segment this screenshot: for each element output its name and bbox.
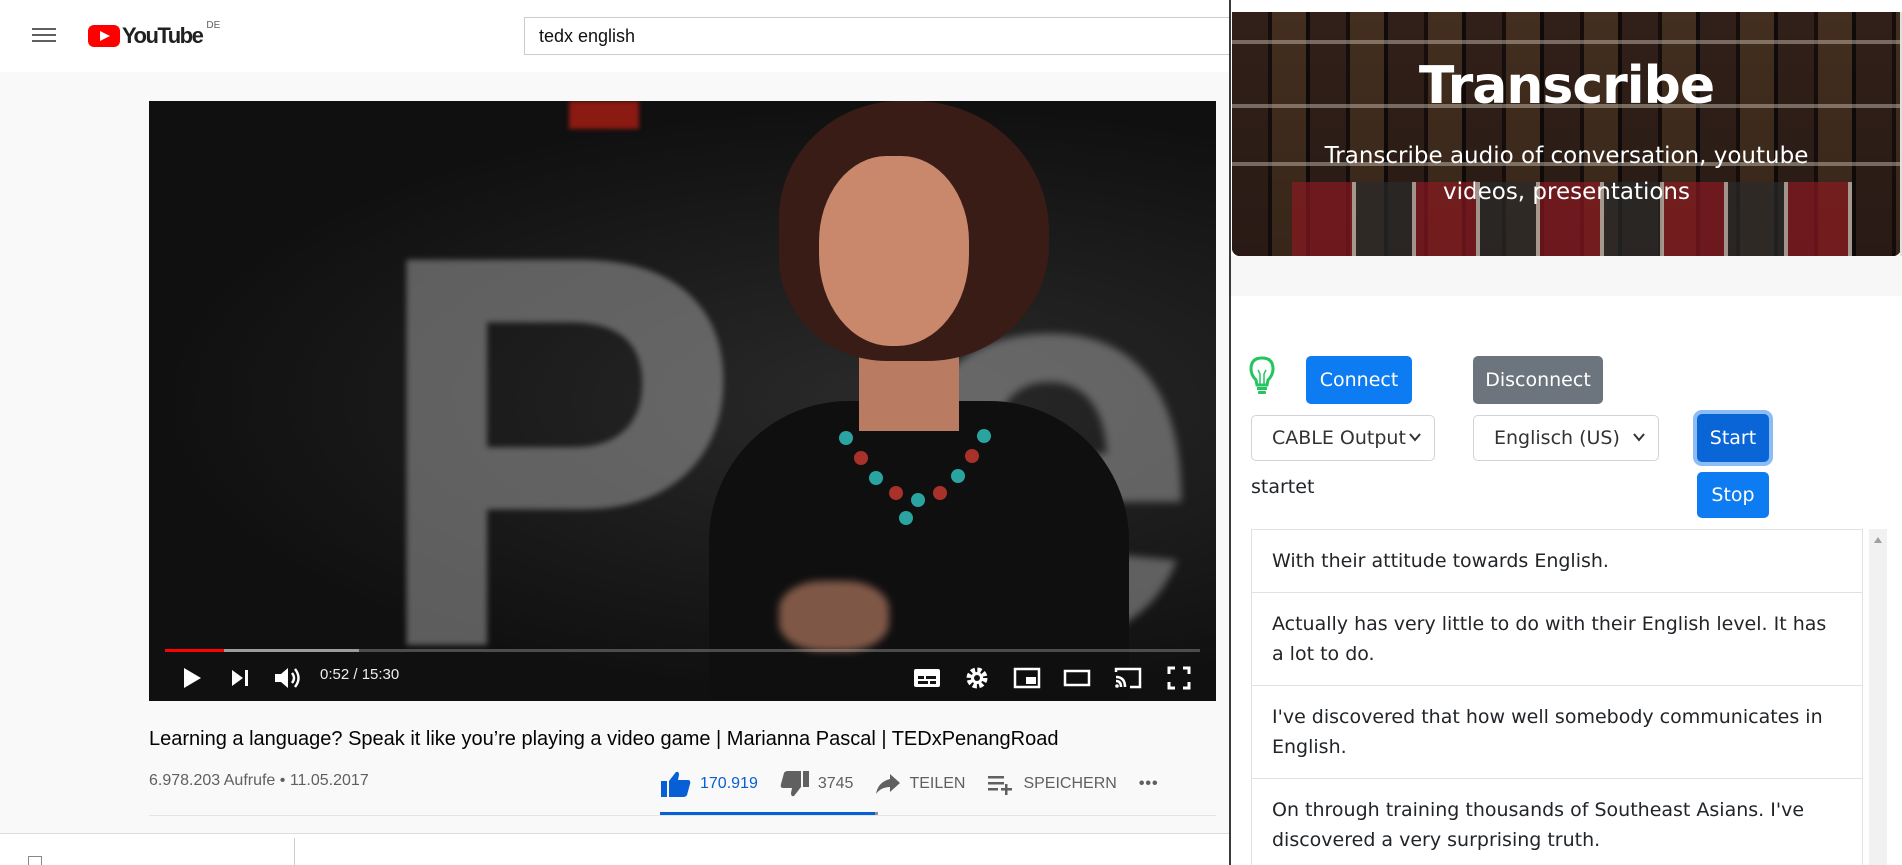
region-code: DE <box>206 20 221 31</box>
file-icon <box>28 856 42 865</box>
download-bar <box>0 833 1230 865</box>
section-spacer <box>1231 256 1902 296</box>
dislike-count: 3745 <box>817 775 854 792</box>
hero-banner: Transcribe Transcribe audio of conversat… <box>1232 12 1901 256</box>
youtube-header: YouTube DE <box>0 0 1244 72</box>
connect-button[interactable]: Connect <box>1306 356 1412 404</box>
playlist-add-icon <box>988 776 1013 795</box>
play-icon[interactable] <box>177 663 207 693</box>
save-button[interactable]: SPEICHERN <box>987 773 1117 795</box>
share-button[interactable]: TEILEN <box>875 773 965 795</box>
youtube-play-logo-icon <box>88 25 120 47</box>
cast-icon[interactable] <box>1111 663 1145 693</box>
settings-gear-icon[interactable] <box>961 663 993 693</box>
video-title: Learning a language? Speak it like you’r… <box>149 728 1059 750</box>
disconnect-button[interactable]: Disconnect <box>1473 356 1603 404</box>
chevron-down-icon <box>1409 433 1421 442</box>
transcript-list[interactable]: With their attitude towards English. Act… <box>1251 529 1863 865</box>
transcript-item: On through training thousands of Southea… <box>1252 779 1862 865</box>
subtitles-icon[interactable] <box>911 663 943 693</box>
search-input[interactable] <box>524 17 1244 55</box>
youtube-logo[interactable]: YouTube DE <box>88 20 220 48</box>
audio-input-select[interactable]: CABLE Output <box>1251 415 1435 461</box>
miniplayer-icon[interactable] <box>1011 663 1043 693</box>
lightbulb-status-icon <box>1249 356 1275 396</box>
video-views-date: 6.978.203 Aufrufe • 11.05.2017 <box>149 772 369 789</box>
scroll-up-arrow-icon[interactable] <box>1874 537 1882 543</box>
language-select[interactable]: Englisch (US) <box>1473 415 1659 461</box>
transcript-item: Actually has very little to do with thei… <box>1252 593 1862 686</box>
share-label: TEILEN <box>909 775 966 792</box>
time-display: 0:52 / 15:30 <box>320 666 400 683</box>
youtube-logo-text: YouTube <box>122 23 204 48</box>
fullscreen-icon[interactable] <box>1163 663 1195 693</box>
chevron-down-icon <box>1633 433 1645 442</box>
youtube-page: YouTube DE P e <box>0 0 1244 865</box>
more-actions-icon[interactable]: ••• <box>1139 775 1159 793</box>
next-icon[interactable] <box>225 663 255 693</box>
divider <box>149 815 1216 816</box>
video-progress-bar[interactable] <box>165 649 1200 652</box>
speaker-figure <box>689 101 1129 701</box>
progress-played <box>165 649 224 652</box>
app-title: Transcribe <box>1418 56 1715 116</box>
stop-button[interactable]: Stop <box>1697 472 1769 518</box>
transcribe-panel: Transcribe Transcribe audio of conversat… <box>1229 0 1902 865</box>
transcript-item: I've discovered that how well somebody c… <box>1252 686 1862 779</box>
video-actions: 170.919 3745 TEILEN SPEICHERN ••• <box>660 768 1181 800</box>
hamburger-menu-icon[interactable] <box>28 24 60 48</box>
language-value: Englisch (US) <box>1494 427 1620 449</box>
transcript-scrollbar[interactable] <box>1869 529 1887 865</box>
transcript-item: With their attitude towards English. <box>1252 530 1862 593</box>
like-count: 170.919 <box>700 775 758 792</box>
video-player[interactable]: P e <box>149 101 1216 701</box>
like-button[interactable]: 170.919 <box>660 770 758 798</box>
start-button[interactable]: Start <box>1697 414 1769 462</box>
video-frame: P e <box>149 101 1216 701</box>
app-subtitle: Transcribe audio of conversation, youtub… <box>1324 143 1809 205</box>
share-arrow-icon <box>876 774 901 794</box>
divider <box>294 838 295 865</box>
thumbs-down-icon <box>780 771 809 797</box>
save-label: SPEICHERN <box>1023 775 1117 792</box>
status-text: startet <box>1251 476 1315 498</box>
thumbs-up-icon <box>661 771 691 797</box>
audio-input-value: CABLE Output <box>1272 427 1406 449</box>
volume-icon[interactable] <box>271 663 303 693</box>
dislike-button[interactable]: 3745 <box>780 770 854 798</box>
theater-mode-icon[interactable] <box>1061 663 1093 693</box>
